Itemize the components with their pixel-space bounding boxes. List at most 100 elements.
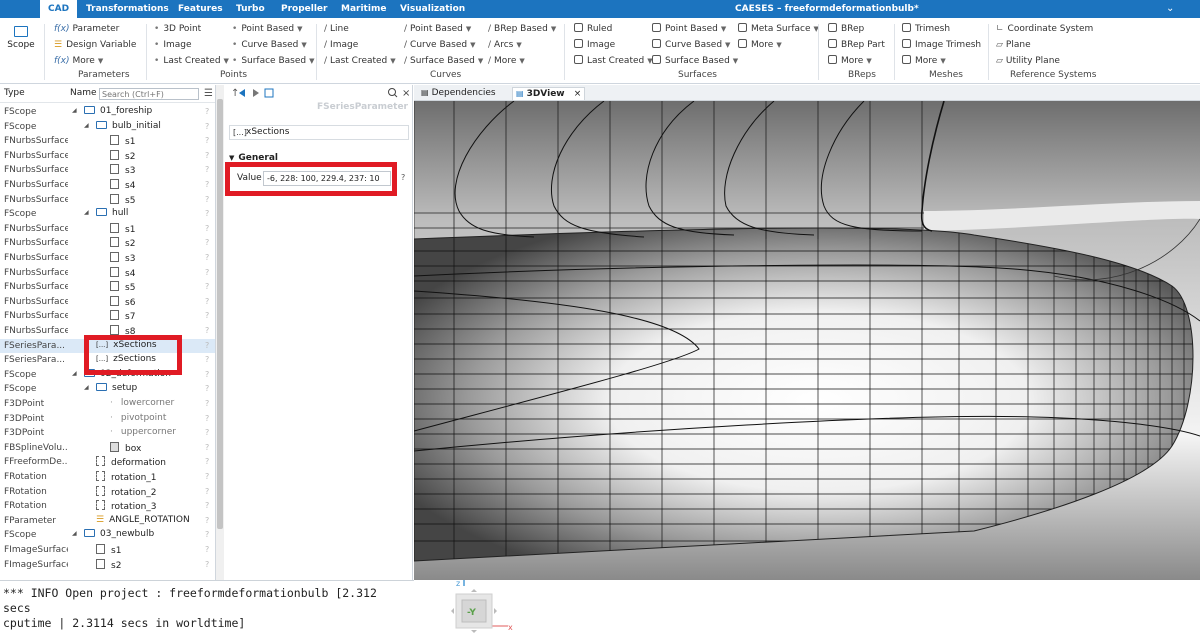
- help-icon[interactable]: ?: [205, 530, 209, 539]
- help-icon[interactable]: ?: [205, 355, 209, 364]
- tab-maritime[interactable]: Maritime: [341, 0, 386, 18]
- help-icon[interactable]: ?: [205, 209, 209, 218]
- tree-row[interactable]: FNurbsSurface s6?: [0, 295, 215, 310]
- point-based-button[interactable]: • Point Based ▼: [232, 23, 303, 35]
- help-icon[interactable]: ?: [205, 457, 209, 466]
- column-name-header[interactable]: Name: [70, 88, 97, 98]
- help-icon[interactable]: ?: [205, 443, 209, 452]
- tree-row[interactable]: FNurbsSurface s3?: [0, 163, 215, 178]
- trimesh-button[interactable]: Trimesh: [902, 23, 950, 35]
- tree-row[interactable]: FNurbsSurface s2?: [0, 149, 215, 164]
- object-name-field[interactable]: [...] xSections: [229, 125, 409, 140]
- sync-icon[interactable]: [264, 88, 274, 98]
- tree-row[interactable]: FScope ◢ hull?: [0, 207, 215, 222]
- parameter-more-button[interactable]: f(x) More ▼: [54, 55, 103, 67]
- curve-image-button[interactable]: / Image: [324, 39, 358, 51]
- expand-arrow-icon[interactable]: ◢: [84, 122, 89, 129]
- help-icon[interactable]: ?: [205, 122, 209, 131]
- tree-row[interactable]: FNurbsSurface s5?: [0, 280, 215, 295]
- tree-row[interactable]: FFreeformDe... deformation?: [0, 455, 215, 470]
- tab-features[interactable]: Features: [178, 0, 223, 18]
- tree-row[interactable]: FRotation rotation_1?: [0, 470, 215, 485]
- expand-arrow-icon[interactable]: ◢: [84, 384, 89, 391]
- tree-row[interactable]: FRotation rotation_2?: [0, 485, 215, 500]
- close-icon[interactable]: ×: [574, 89, 582, 99]
- help-icon[interactable]: ?: [205, 195, 209, 204]
- help-icon[interactable]: ?: [205, 136, 209, 145]
- tree-row[interactable]: FNurbsSurface s7?: [0, 309, 215, 324]
- help-icon[interactable]: ?: [205, 165, 209, 174]
- 3d-canvas[interactable]: [414, 101, 1200, 580]
- help-icon[interactable]: ?: [205, 341, 209, 350]
- surface-last-created-button[interactable]: Last Created ▼: [574, 55, 653, 67]
- help-icon[interactable]: ?: [205, 384, 209, 393]
- brep-button[interactable]: BRep: [828, 23, 864, 35]
- help-icon[interactable]: ?: [205, 238, 209, 247]
- tree-row[interactable]: FScope ◢ bulb_initial?: [0, 120, 215, 135]
- scope-button[interactable]: Scope: [6, 24, 36, 64]
- help-icon[interactable]: ?: [205, 545, 209, 554]
- meta-surface-button[interactable]: Meta Surface ▼: [738, 23, 819, 35]
- tab-transformations[interactable]: Transformations: [86, 0, 169, 18]
- help-icon[interactable]: ?: [205, 180, 209, 189]
- tree-row[interactable]: FBSplineVolu... box?: [0, 441, 215, 456]
- help-icon[interactable]: ?: [205, 107, 209, 116]
- help-icon[interactable]: ?: [205, 151, 209, 160]
- expand-arrow-icon[interactable]: ◢: [72, 107, 77, 114]
- value-input[interactable]: -6, 228: 100, 229.4, 237: 10: [263, 171, 391, 186]
- tree-row[interactable]: FNurbsSurface s2?: [0, 236, 215, 251]
- tree-row[interactable]: FNurbsSurface s1?: [0, 134, 215, 149]
- tree-row[interactable]: F3DPoint · uppercorner?: [0, 426, 215, 441]
- tree-row[interactable]: FParameter ☰ ANGLE_ROTATION?: [0, 514, 215, 529]
- 3d-point-button[interactable]: • 3D Point: [154, 23, 201, 35]
- help-icon[interactable]: ?: [205, 501, 209, 510]
- parameter-button[interactable]: f(x) Parameter: [54, 23, 119, 35]
- curve-point-based-button[interactable]: / Point Based ▼: [404, 23, 471, 35]
- tab-visualization[interactable]: Visualization: [400, 0, 465, 18]
- tree-row[interactable]: FScope ◢ 02_deformation?: [0, 368, 215, 383]
- help-icon[interactable]: ?: [205, 370, 209, 379]
- filter-icon[interactable]: ☰: [204, 88, 213, 99]
- nav-left-icon[interactable]: [451, 608, 454, 614]
- tree-row[interactable]: FNurbsSurface s8?: [0, 324, 215, 339]
- help-icon[interactable]: ?: [205, 472, 209, 481]
- surfaces-more-button[interactable]: More ▼: [738, 39, 782, 51]
- pin-icon[interactable]: ↑: [231, 88, 239, 99]
- help-icon[interactable]: ?: [205, 414, 209, 423]
- tree-row[interactable]: FNurbsSurface s5?: [0, 193, 215, 208]
- expand-arrow-icon[interactable]: ◢: [72, 530, 77, 537]
- help-icon[interactable]: ?: [401, 173, 405, 182]
- tab-propeller[interactable]: Propeller: [281, 0, 327, 18]
- tab-turbo[interactable]: Turbo: [236, 0, 265, 18]
- curve-last-created-button[interactable]: / Last Created ▼: [324, 55, 396, 67]
- point-last-created-button[interactable]: • Last Created ▼: [154, 55, 229, 67]
- surface-surface-based-button[interactable]: Surface Based ▼: [652, 55, 738, 67]
- column-type-header[interactable]: Type: [4, 88, 25, 98]
- help-icon[interactable]: ?: [205, 560, 209, 569]
- breps-more-button[interactable]: More ▼: [828, 55, 872, 67]
- tree-row[interactable]: FNurbsSurface s1?: [0, 222, 215, 237]
- back-icon[interactable]: [239, 89, 245, 97]
- tree-row[interactable]: FRotation rotation_3?: [0, 499, 215, 514]
- brep-part-button[interactable]: BRep Part: [828, 39, 885, 51]
- help-icon[interactable]: ?: [205, 311, 209, 320]
- forward-icon[interactable]: [253, 89, 259, 97]
- tree-row[interactable]: F3DPoint · pivotpoint?: [0, 412, 215, 427]
- help-icon[interactable]: ?: [205, 297, 209, 306]
- curves-more-button[interactable]: / More ▼: [488, 55, 525, 67]
- help-icon[interactable]: ?: [205, 399, 209, 408]
- curve-surface-based-button[interactable]: / Surface Based ▼: [404, 55, 483, 67]
- tree-row[interactable]: FNurbsSurface s4?: [0, 266, 215, 281]
- nav-right-icon[interactable]: [494, 608, 497, 614]
- curve-curve-based-button[interactable]: / Curve Based ▼: [404, 39, 475, 51]
- help-icon[interactable]: ?: [205, 487, 209, 496]
- help-icon[interactable]: ?: [205, 253, 209, 262]
- utility-plane-button[interactable]: ▱ Utility Plane: [996, 55, 1060, 67]
- coordinate-system-button[interactable]: ∟ Coordinate System: [996, 23, 1093, 35]
- tree-row[interactable]: FScope ◢ 03_newbulb?: [0, 528, 215, 543]
- help-icon[interactable]: ?: [205, 282, 209, 291]
- tree-row[interactable]: FScope ◢ 01_foreship?: [0, 105, 215, 120]
- tab-3dview[interactable]: ▤ 3DView ×: [512, 87, 586, 100]
- search-icon[interactable]: [388, 88, 396, 96]
- image-trimesh-button[interactable]: Image Trimesh: [902, 39, 981, 51]
